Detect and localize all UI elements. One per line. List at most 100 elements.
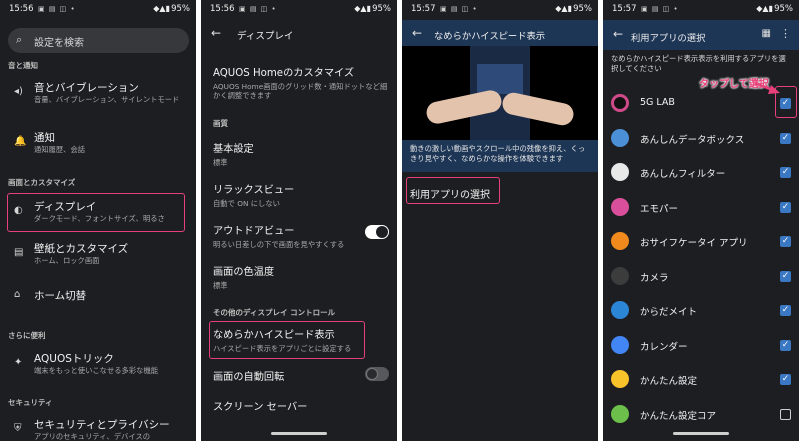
section-more: さらに便利 xyxy=(8,331,46,340)
app-bar: ← なめらかハイスピード表示 xyxy=(402,20,598,46)
notification-icons: ▣ ▤ ◫ • xyxy=(239,5,277,13)
item-title: AQUOS Homeのカスタマイズ xyxy=(213,68,355,79)
app-checkbox[interactable]: ✓ xyxy=(780,132,791,144)
battery-level: 95% xyxy=(171,4,190,14)
display-item-basic[interactable]: 基本設定 標準 xyxy=(213,140,391,167)
section-display: 画面とカスタマイズ xyxy=(8,178,76,187)
settings-item-home-switch[interactable]: ⌂ ホーム切替 xyxy=(8,287,188,307)
item-subtitle: 標準 xyxy=(213,281,228,290)
wifi-signal-icon: ◆▲▮ xyxy=(555,4,572,13)
app-row[interactable]: エモパー ✓ xyxy=(603,190,799,224)
section-security: セキュリティ xyxy=(8,398,53,407)
emopa-icon xyxy=(611,197,629,216)
app-row[interactable]: かんたん設定 ✓ xyxy=(603,362,799,396)
display-item-smooth[interactable]: なめらかハイスピード表示 ハイスピード表示をアプリごとに設定する xyxy=(213,326,391,353)
app-row[interactable]: あんしんデータボックス ✓ xyxy=(603,121,799,155)
app-name: おサイフケータイ アプリ xyxy=(640,238,748,249)
settings-item-security[interactable]: ⛨ セキュリティとプライバシー アプリのセキュリティ、デバイスの xyxy=(8,416,188,441)
gesture-bar[interactable] xyxy=(673,432,729,435)
status-bar: 15:57 ▣ ▤ ◫ • ◆▲▮ 95% xyxy=(402,0,598,20)
item-title: AQUOSトリック xyxy=(34,353,114,365)
auto-rotate-toggle[interactable] xyxy=(365,367,389,381)
back-arrow-icon[interactable]: ← xyxy=(613,27,623,41)
settings-item-wallpaper[interactable]: ▤ 壁紙とカスタマイズ ホーム、ロック画面 xyxy=(8,240,188,270)
status-bar: 15:56 ▣ ▤ ◫ • ◆▲▮ 95% xyxy=(201,0,397,20)
app-row[interactable]: あんしんフィルター ✓ xyxy=(603,155,799,189)
gesture-bar[interactable] xyxy=(271,432,327,435)
app-checkbox[interactable] xyxy=(780,408,791,420)
display-screen: 15:56 ▣ ▤ ◫ • ◆▲▮ 95% ← ディスプレイ AQUOS Hom… xyxy=(201,0,397,441)
search-input[interactable]: ⌕ 設定を検索 xyxy=(8,28,189,53)
app-checkbox[interactable]: ✓ xyxy=(780,167,791,178)
app-name: からだメイト xyxy=(640,307,698,318)
notification-icons: ▣ ▤ ◫ • xyxy=(440,5,478,13)
display-item-relax[interactable]: リラックスビュー 自動で ON にしない xyxy=(213,181,391,208)
display-item-aquos-home[interactable]: AQUOS Homeのカスタマイズ AQUOS Home画面のグリッド数・通知ド… xyxy=(213,64,391,100)
toggle-knob xyxy=(366,368,378,380)
status-time: 15:57 xyxy=(411,4,436,14)
app-bar: ← 利用アプリの選択 ▦ ⋮ xyxy=(603,20,799,50)
volume-icon: ◂) xyxy=(14,86,23,97)
item-title: セキュリティとプライバシー xyxy=(34,419,170,431)
item-subtitle: 通知履歴、会話 xyxy=(34,145,86,154)
item-title: アウトドアビュー xyxy=(213,226,295,237)
more-options-icon[interactable]: ⋮ xyxy=(780,27,791,40)
notification-icons: ▣ ▤ ◫ • xyxy=(641,5,679,13)
item-title: なめらかハイスピード表示 xyxy=(213,330,335,341)
easy-settings-core-icon xyxy=(611,404,629,423)
app-name: あんしんデータボックス xyxy=(640,134,745,146)
item-subtitle: 自動で ON にしない xyxy=(213,199,280,208)
item-subtitle: 端末をもっと使いこなせる多彩な機能 xyxy=(34,366,159,375)
palette-icon: ▤ xyxy=(14,247,24,258)
settings-item-aquos-trick[interactable]: ✦ AQUOSトリック 端末をもっと使いこなせる多彩な機能 xyxy=(8,350,188,380)
display-item-color-temp[interactable]: 画面の色温度 標準 xyxy=(213,263,391,290)
status-bar: 15:57 ▣ ▤ ◫ • ◆▲▮ 95% xyxy=(603,0,799,20)
app-row[interactable]: カレンダー ✓ xyxy=(603,328,799,362)
app-select-screen: 15:57 ▣ ▤ ◫ • ◆▲▮ 95% ← 利用アプリの選択 ▦ ⋮ なめら… xyxy=(603,0,799,441)
app-checkbox[interactable]: ✓ xyxy=(780,201,791,213)
app-checkbox[interactable]: ✓ xyxy=(780,374,791,385)
app-row[interactable]: カメラ ✓ xyxy=(603,259,799,293)
smooth-display-screen: 15:57 ▣ ▤ ◫ • ◆▲▮ 95% ← なめらかハイスピード表示 動きの… xyxy=(402,0,598,441)
back-arrow-icon[interactable]: ← xyxy=(412,26,422,40)
battery-level: 95% xyxy=(372,4,391,14)
item-title: ホーム切替 xyxy=(34,290,87,302)
battery-level: 95% xyxy=(573,4,592,14)
app-checkbox[interactable]: ✓ xyxy=(780,339,791,351)
settings-item-sound[interactable]: ◂) 音とバイブレーション 音量、バイブレーション、サイレントモード xyxy=(8,78,188,116)
app-name: あんしんフィルター xyxy=(640,169,726,180)
app-name: かんたん設定コア xyxy=(640,410,717,422)
app-row[interactable]: かんたん設定コア xyxy=(603,397,799,431)
shield-icon: ⛨ xyxy=(14,423,22,434)
camera-icon xyxy=(611,266,629,285)
item-title: ディスプレイ xyxy=(34,201,97,213)
item-subtitle: AQUOS Home画面のグリッド数・通知ドットなど細かく調整できます xyxy=(213,82,388,100)
display-item-outdoor[interactable]: アウトドアビュー 明るい日差しの下で画面を見やすくする xyxy=(213,222,363,249)
settings-item-display[interactable]: ◐ ディスプレイ ダークモード、フォントサイズ、明るさ xyxy=(8,198,188,228)
outdoor-toggle[interactable] xyxy=(365,225,389,239)
settings-screen: 15:56 ▣ ▤ ◫ • ◆▲▮ 95% ⌕ 設定を検索 音と通知 ◂) 音と… xyxy=(0,0,196,441)
item-subtitle: 明るい日差しの下で画面を見やすくする xyxy=(213,240,345,249)
home-icon: ⌂ xyxy=(14,289,21,300)
app-name: かんたん設定 xyxy=(640,376,698,387)
app-checkbox[interactable]: ✓ xyxy=(780,270,791,282)
app-row[interactable]: からだメイト ✓ xyxy=(603,293,799,327)
app-checkbox[interactable]: ✓ xyxy=(780,236,791,247)
select-apps-item[interactable]: 利用アプリの選択 xyxy=(410,186,490,201)
app-checkbox[interactable]: ✓ xyxy=(780,305,791,316)
search-icon: ⌕ xyxy=(16,33,23,46)
5g-lab-icon xyxy=(611,94,629,112)
item-title: 通知 xyxy=(34,132,55,144)
back-arrow-icon[interactable]: ← xyxy=(211,26,221,40)
item-subtitle: ハイスピード表示をアプリごとに設定する xyxy=(213,344,352,353)
app-name: カメラ xyxy=(640,272,669,284)
screen-content xyxy=(477,64,523,94)
settings-item-notifications[interactable]: 🔔 通知 通知履歴、会話 xyxy=(8,130,188,160)
app-row[interactable]: おサイフケータイ アプリ ✓ xyxy=(603,224,799,258)
osaifu-icon xyxy=(611,232,629,250)
item-title: 画面の色温度 xyxy=(213,267,275,278)
display-item-screensaver[interactable]: スクリーン セーバー xyxy=(213,398,391,413)
document-icon[interactable]: ▦ xyxy=(762,28,771,39)
page-description: なめらかハイスピード表示表示を利用するアプリを選択してください xyxy=(611,54,786,73)
section-other-display: その他のディスプレイ コントロール xyxy=(213,308,336,317)
